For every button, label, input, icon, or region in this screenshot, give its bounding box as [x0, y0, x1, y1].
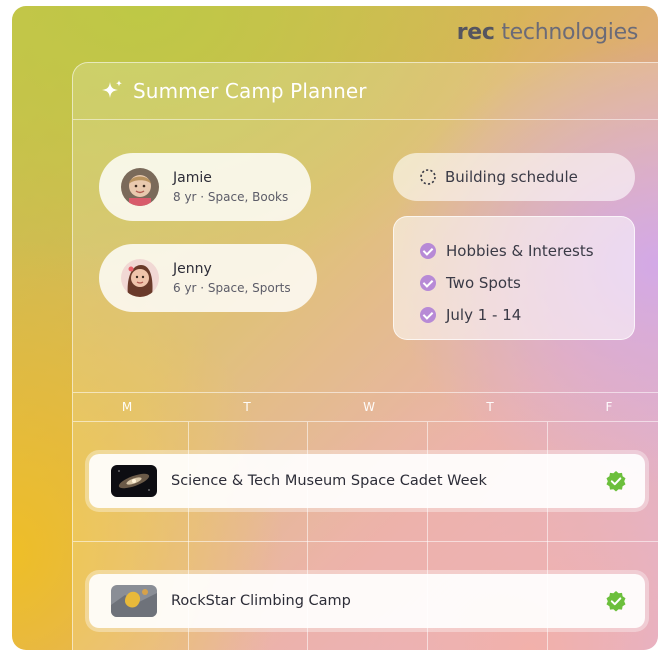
- loading-spinner-icon: [420, 169, 436, 185]
- avatar: [121, 259, 159, 297]
- verified-check-icon: [606, 591, 626, 612]
- verified-check-icon: [606, 471, 626, 492]
- weekday-header: M T W T F: [73, 392, 658, 422]
- building-schedule-status: Building schedule: [393, 153, 635, 201]
- weekday-friday: F: [605, 400, 613, 414]
- brand-logo: rec technologies: [456, 20, 639, 45]
- planner-header: Summer Camp Planner: [73, 63, 658, 120]
- event-title: Science & Tech Museum Space Cadet Week: [171, 473, 487, 489]
- sparkle-icon: [102, 80, 122, 98]
- criteria-item: July 1 - 14: [420, 299, 634, 331]
- check-circle-icon: [420, 307, 436, 323]
- weekday-tuesday: T: [243, 400, 251, 414]
- event-space-cadet-week[interactable]: Science & Tech Museum Space Cadet Week: [89, 454, 645, 508]
- check-circle-icon: [420, 243, 436, 259]
- child-name: Jamie: [173, 170, 212, 186]
- weekday-monday: M: [121, 400, 133, 414]
- child-info: 8 yr · Space, Books: [173, 190, 289, 204]
- criteria-item: Hobbies & Interests: [420, 235, 634, 267]
- weekday-thursday: T: [486, 400, 494, 414]
- brand-rest-text: technologies: [494, 20, 638, 45]
- child-card-jenny[interactable]: Jenny 6 yr · Space, Sports: [99, 244, 317, 312]
- event-title: RockStar Climbing Camp: [171, 593, 351, 609]
- avatar: [121, 168, 159, 206]
- brand-bold-text: rec: [456, 20, 495, 45]
- child-name: Jenny: [173, 261, 212, 277]
- criteria-label: Hobbies & Interests: [446, 242, 594, 260]
- criteria-card: Hobbies & Interests Two Spots July 1 - 1…: [393, 216, 635, 340]
- hero-canvas: rec technologies Summer Camp Planner Jam…: [12, 6, 658, 650]
- event-thumbnail: [111, 465, 157, 497]
- planner-panel: Summer Camp Planner Jamie 8 yr · Space, …: [72, 62, 658, 650]
- child-card-jamie[interactable]: Jamie 8 yr · Space, Books: [99, 153, 311, 221]
- criteria-item: Two Spots: [420, 267, 634, 299]
- weekday-wednesday: W: [363, 400, 375, 414]
- child-info: 6 yr · Space, Sports: [173, 281, 291, 295]
- criteria-label: Two Spots: [446, 274, 521, 292]
- status-text: Building schedule: [445, 168, 578, 186]
- check-circle-icon: [420, 275, 436, 291]
- event-rockstar-climbing-camp[interactable]: RockStar Climbing Camp: [89, 574, 645, 628]
- event-thumbnail: [111, 585, 157, 617]
- planner-title: Summer Camp Planner: [133, 79, 367, 103]
- grid-divider: [73, 541, 658, 542]
- criteria-label: July 1 - 14: [446, 306, 522, 324]
